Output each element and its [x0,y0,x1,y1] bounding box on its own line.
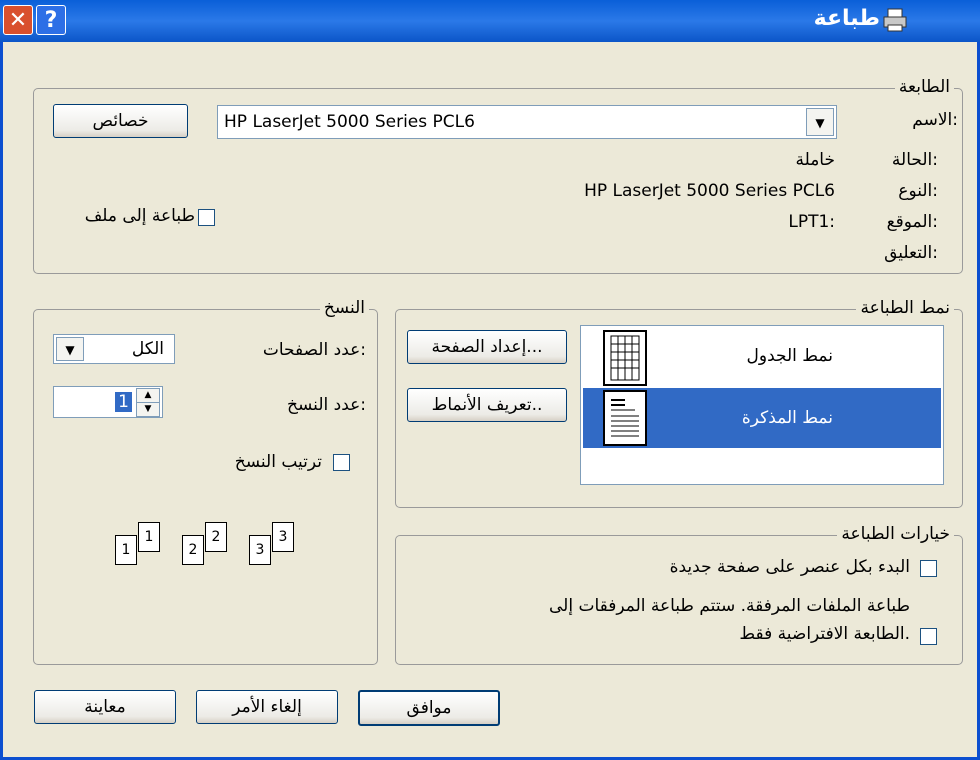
ok-label: موافق [406,698,452,718]
pages-label: عدد الصفحات: [262,340,366,360]
page-setup-label: إعداد الصفحة... [431,337,543,357]
new-page-checkbox[interactable] [920,560,937,577]
define-styles-button[interactable]: تعريف الأنماط.. [407,388,567,422]
ok-button[interactable]: موافق [358,690,500,726]
print-to-file-checkbox[interactable] [198,209,215,226]
print-style-legend: نمط الطباعة [856,298,954,318]
title-bar: طباعة ✕ ? [0,0,980,42]
collate-page-back-1: 1 [138,522,160,552]
print-attachments-label-2: الطابعة الافتراضية فقط. [739,624,910,644]
printer-icon [883,8,907,32]
printer-legend: الطابعة [894,77,954,97]
print-options-legend: خيارات الطباعة [837,524,954,544]
page-setup-button[interactable]: إعداد الصفحة... [407,330,567,364]
type-value: HP LaserJet 5000 Series PCL6 [584,181,835,201]
cancel-button[interactable]: إلغاء الأمر [196,690,338,724]
style-item-table[interactable]: نمط الجدول [583,328,941,388]
copies-spin-down-icon[interactable]: ▼ [136,402,160,417]
copies-legend: النسخ [319,298,369,318]
close-button[interactable]: ✕ [3,5,33,35]
style-item-memo[interactable]: نمط المذكرة [583,388,941,448]
collate-page-front-2: 2 [182,535,204,565]
memo-style-icon [603,390,647,446]
collate-label: ترتيب النسخ [234,452,322,472]
print-attachments-label-1: طباعة الملفات المرفقة. ستتم طباعة المرفق… [548,596,910,616]
help-icon: ? [44,8,58,33]
properties-label: خصائص [92,111,149,131]
name-label: الاسم: [912,110,958,130]
copies-value: 1 [115,392,132,412]
copies-count-label: عدد النسخ: [287,395,366,415]
new-page-label: البدء بكل عنصر على صفحة جديدة [669,557,910,577]
status-label: الحالة: [891,150,938,170]
collate-checkbox[interactable] [333,454,350,471]
close-icon: ✕ [8,8,28,33]
print-style-list[interactable]: نمط الجدول نمط المذكرة [580,325,944,485]
pages-chevron-down-icon[interactable]: ▼ [56,337,84,361]
pages-select[interactable]: ▼ الكل [53,334,175,364]
window-title: طباعة [813,6,880,31]
preview-label: معاينة [84,697,126,717]
table-style-icon [603,330,647,386]
copies-input[interactable]: 1 ▲ ▼ [53,386,163,418]
where-value: LPT1: [788,212,835,232]
help-button[interactable]: ? [36,5,66,35]
chevron-down-icon[interactable]: ▼ [806,108,834,136]
where-label: الموقع: [886,212,938,232]
copies-spin-up-icon[interactable]: ▲ [136,388,160,403]
print-to-file-label: طباعة إلى ملف [84,206,195,226]
type-label: النوع: [898,181,938,201]
table-grid-icon [610,335,640,381]
pages-value: الكل [131,339,164,359]
memo-lines-icon [611,399,639,437]
printer-name-value: HP LaserJet 5000 Series PCL6 [224,112,475,132]
style-item-table-label: نمط الجدول [746,346,833,366]
properties-button[interactable]: خصائص [53,104,188,138]
style-item-memo-label: نمط المذكرة [741,408,833,428]
collate-page-front-3: 3 [249,535,271,565]
collate-page-front-1: 1 [115,535,137,565]
comment-label: التعليق: [884,243,938,263]
printer-name-select[interactable]: HP LaserJet 5000 Series PCL6 ▼ [217,105,837,139]
print-attachments-checkbox[interactable] [920,628,937,645]
collate-page-back-3: 3 [272,522,294,552]
collate-page-back-2: 2 [205,522,227,552]
cancel-label: إلغاء الأمر [232,697,302,717]
define-styles-label: تعريف الأنماط.. [431,395,543,415]
preview-button[interactable]: معاينة [34,690,176,724]
status-value: خاملة [795,150,835,170]
